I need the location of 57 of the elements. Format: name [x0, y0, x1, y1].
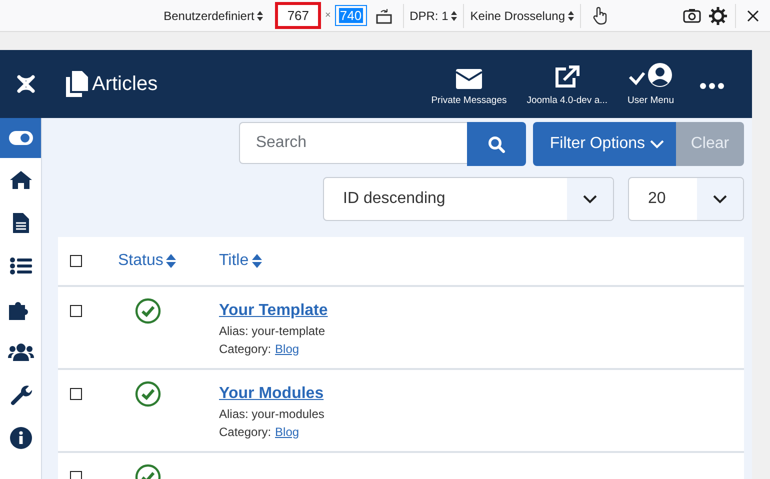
- info-icon: [10, 426, 32, 448]
- dropdown-icon: [451, 10, 458, 20]
- rotate-icon: [376, 8, 392, 24]
- dpr-select[interactable]: DPR: 1: [410, 8, 448, 22]
- dropdown-icon: [568, 10, 574, 20]
- alias-text: Alias: your-modules: [219, 407, 324, 421]
- alias-text: Alias: your-template: [219, 324, 326, 338]
- article-title-link[interactable]: Your Template: [219, 302, 328, 320]
- settings-icon: [709, 6, 727, 24]
- list-icon: [10, 256, 32, 274]
- external-link-icon: [554, 64, 580, 88]
- select-all-checkbox[interactable]: [70, 255, 82, 267]
- published-icon[interactable]: [135, 298, 161, 324]
- close-icon: [747, 10, 759, 22]
- sort-icon: [252, 254, 262, 268]
- header-action[interactable]: Private Messages: [423, 68, 515, 106]
- chevron-icon: [713, 194, 727, 204]
- throttling-select[interactable]: Keine Drosselung: [470, 8, 565, 22]
- page-title: Articles: [92, 72, 158, 96]
- wrench-icon: [10, 384, 32, 406]
- filter-options-button[interactable]: Filter Options: [532, 122, 676, 166]
- category-label: Category:: [219, 425, 272, 439]
- row-checkbox[interactable]: [70, 305, 82, 317]
- column-header[interactable]: Title: [219, 252, 262, 270]
- documents-icon: [66, 71, 88, 97]
- search-icon: [488, 136, 505, 152]
- users-icon: [8, 342, 34, 360]
- document-icon: [12, 212, 28, 232]
- toggle-icon: [8, 131, 32, 145]
- camera-icon: [683, 8, 701, 23]
- device-preset-select[interactable]: Benutzerdefiniert: [164, 8, 254, 22]
- logo-icon: [15, 73, 37, 95]
- published-icon[interactable]: [135, 381, 161, 407]
- envelope-icon: [456, 68, 482, 88]
- column-header[interactable]: Status: [118, 252, 176, 270]
- dropdown-icon: [257, 10, 264, 20]
- header-action[interactable]: Joomla 4.0-dev a...: [518, 64, 616, 106]
- header-action[interactable]: User Menu: [620, 62, 682, 106]
- home-icon: [8, 170, 32, 190]
- hand-pointer-icon: [593, 6, 607, 24]
- caret-icon: [650, 140, 664, 148]
- user-icon: [628, 62, 674, 88]
- search-button[interactable]: [466, 122, 526, 166]
- more-icon: [700, 82, 724, 88]
- height-field[interactable]: 740: [334, 5, 367, 26]
- category-link[interactable]: Blog: [275, 425, 300, 439]
- row-checkbox[interactable]: [70, 388, 82, 400]
- sort-icon: [166, 254, 176, 268]
- category-label: Category:: [219, 342, 272, 356]
- limit-select[interactable]: 20: [628, 177, 744, 221]
- width-field[interactable]: 767: [275, 2, 322, 29]
- times-sign: ×: [325, 10, 331, 21]
- chevron-icon: [583, 194, 597, 204]
- ordering-select[interactable]: ID descending: [323, 177, 614, 221]
- article-title-link[interactable]: Your Modules: [219, 385, 324, 403]
- category-link[interactable]: Blog: [275, 342, 300, 356]
- search-field[interactable]: Search: [238, 122, 467, 164]
